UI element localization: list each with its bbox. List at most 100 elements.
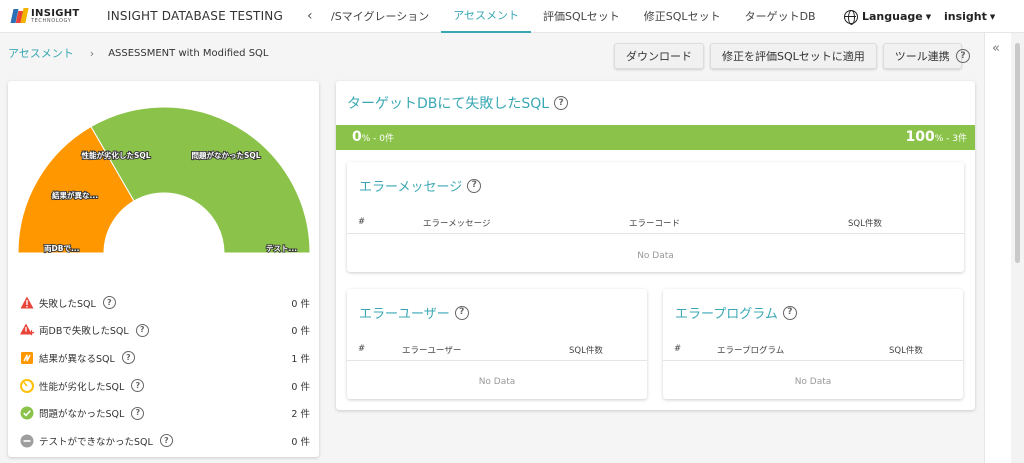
warning-icon [20, 296, 34, 310]
column-header[interactable]: SQL件数 [569, 344, 603, 356]
gauge-slice-label: 性能が劣化したSQL [81, 150, 150, 160]
help-icon[interactable]: ? [467, 178, 482, 193]
top-navigation-bar: INSIGHT TECHNOLOGY INSIGHT DATABASE TEST… [0, 0, 1024, 33]
error-messages-card: エラーメッセージ ? # エラーメッセージ エラーコード SQL件数 No Da… [347, 162, 964, 272]
scrollbar-thumb[interactable] [1015, 43, 1020, 263]
help-icon[interactable]: ? [554, 96, 569, 110]
apply-modifications-button[interactable]: 修正を評価SQLセットに適用 [710, 43, 877, 69]
legend-count: 0 件 [291, 326, 310, 338]
logo-subtext: TECHNOLOGY [31, 17, 72, 24]
column-header[interactable]: SQL件数 [889, 344, 923, 356]
progress-left-value: 0% - 0件 [352, 129, 394, 145]
user-label: insight [944, 10, 987, 23]
tabs-scroll-left-icon[interactable]: ‹ [307, 8, 321, 24]
help-icon[interactable]: ? [159, 434, 173, 448]
assessment-summary-card: 両DBで... 結果が異な... 性能が劣化したSQL 問題がなかったSQL テスト..… [8, 81, 319, 457]
logo-text: INSIGHT [31, 7, 80, 19]
legend-count: 0 件 [291, 298, 310, 310]
breadcrumb: アセスメント › ASSESSMENT with Modified SQL [8, 45, 269, 61]
column-header[interactable]: エラープログラム [717, 344, 784, 356]
warning-plus-icon [20, 323, 34, 337]
legend-count: 2 件 [291, 409, 310, 421]
error-users-title: エラーユーザー ? [359, 303, 469, 322]
help-icon[interactable]: ? [102, 296, 116, 310]
globe-icon [844, 9, 858, 25]
legend-label: 性能が劣化したSQL [39, 381, 125, 393]
legend-count: 0 件 [291, 436, 310, 448]
error-programs-card: エラープログラム ? # エラープログラム SQL件数 No Data [663, 289, 963, 399]
collapse-panel-icon[interactable]: « [992, 41, 1000, 56]
failed-sql-title: ターゲットDBにて失敗したSQL ? [347, 93, 569, 113]
column-header[interactable]: エラーメッセージ [423, 217, 491, 229]
empty-state-text: No Data [637, 251, 674, 261]
empty-state-text: No Data [478, 377, 516, 387]
gauge-slice-label: 結果が異な... [52, 190, 98, 200]
tab-migration[interactable]: /Sマイグレーション [325, 0, 441, 33]
gauge-slice-label: 両DBで... [44, 244, 80, 253]
gauge-slice-label: テスト... [266, 244, 297, 253]
chevron-down-icon: ▼ [925, 12, 932, 21]
gauge-slice-label: 問題がなかったSQL [191, 150, 260, 160]
tab-assessment[interactable]: アセスメント [441, 0, 532, 33]
failed-sql-card: ターゲットDBにて失敗したSQL ? 0% - 0件 100% - 3件 エラー… [336, 81, 975, 410]
legend-label: 失敗したSQL [39, 298, 96, 310]
legend-row: テストができなかったSQL? 0 件 [20, 427, 310, 455]
legend-label: 結果が異なるSQL [39, 353, 115, 365]
app-title: INSIGHT DATABASE TESTING [107, 9, 283, 23]
help-icon[interactable]: ? [956, 49, 970, 63]
diff-icon [20, 351, 34, 365]
legend-label: 両DBで失敗したSQL [39, 326, 129, 338]
chevron-right-icon: › [89, 46, 95, 60]
error-programs-title: エラープログラム ? [675, 303, 797, 322]
error-programs-table-header: # エラープログラム SQL件数 [663, 339, 963, 361]
legend-row: 性能が劣化したSQL? 0 件 [20, 372, 310, 400]
insight-logo[interactable]: INSIGHT TECHNOLOGY [10, 7, 92, 24]
right-collapse-panel: « [984, 33, 1011, 463]
help-icon[interactable]: ? [454, 305, 469, 320]
legend-row: 問題がなかったSQL? 2 件 [20, 399, 310, 427]
error-users-card: エラーユーザー ? # エラーユーザー SQL件数 No Data [347, 289, 647, 399]
main-tabs: /Sマイグレーション アセスメント 評価SQLセット 修正SQLセット ターゲッ… [325, 0, 828, 33]
help-icon[interactable]: ? [131, 379, 145, 393]
legend-row: 両DBで失敗したSQL? 0 件 [20, 317, 310, 345]
breadcrumb-current: ASSESSMENT with Modified SQL [108, 47, 269, 59]
tab-modified-sql-set[interactable]: 修正SQLセット [632, 0, 733, 33]
result-legend: 失敗したSQL? 0 件両DBで失敗したSQL? 0 件結果が異なるSQL? 1 件性… [20, 289, 310, 455]
error-messages-title: エラーメッセージ ? [359, 176, 482, 195]
help-icon[interactable]: ? [782, 305, 797, 320]
legend-count: 1 件 [291, 353, 310, 365]
download-button[interactable]: ダウンロード [614, 43, 704, 69]
help-icon[interactable]: ? [135, 323, 149, 337]
tab-evaluation-sql-set[interactable]: 評価SQLセット [531, 0, 632, 33]
check-circle-icon [20, 406, 34, 420]
logo-mark-icon [10, 8, 29, 24]
minus-circle-icon [20, 434, 34, 448]
column-header[interactable]: # [358, 217, 365, 227]
breadcrumb-assessment-link[interactable]: アセスメント [8, 45, 74, 61]
user-menu[interactable]: insight ▼ [944, 0, 995, 33]
empty-state-text: No Data [794, 377, 832, 387]
failed-sql-title-text: ターゲットDBにて失敗したSQL [347, 96, 550, 112]
tab-target-db[interactable]: ターゲットDB [733, 0, 828, 33]
language-menu[interactable]: Language ▼ [844, 0, 931, 33]
help-icon[interactable]: ? [131, 406, 145, 420]
legend-row: 失敗したSQL? 0 件 [20, 289, 310, 317]
tool-integration-button[interactable]: ツール連携 [882, 43, 962, 69]
legend-label: テストができなかったSQL [39, 436, 153, 448]
language-label: Language [862, 10, 923, 23]
help-icon[interactable]: ? [121, 351, 135, 365]
column-header[interactable]: SQL件数 [848, 217, 882, 229]
action-buttons: ダウンロード 修正を評価SQLセットに適用 ツール連携 [614, 43, 968, 69]
column-header[interactable]: # [674, 344, 681, 354]
speed-icon [20, 378, 34, 393]
column-header[interactable]: # [358, 344, 365, 354]
column-header[interactable]: エラーユーザー [402, 344, 461, 356]
failed-sql-progress-bar: 0% - 0件 100% - 3件 [336, 125, 975, 150]
legend-label: 問題がなかったSQL [39, 409, 125, 421]
column-header[interactable]: エラーコード [629, 217, 680, 229]
vertical-scrollbar[interactable] [1011, 33, 1024, 463]
error-messages-table-header: # エラーメッセージ エラーコード SQL件数 [347, 212, 964, 234]
gauge-slice[interactable] [90, 106, 310, 254]
progress-right-value: 100% - 3件 [905, 129, 967, 145]
legend-row: 結果が異なるSQL? 1 件 [20, 344, 310, 372]
